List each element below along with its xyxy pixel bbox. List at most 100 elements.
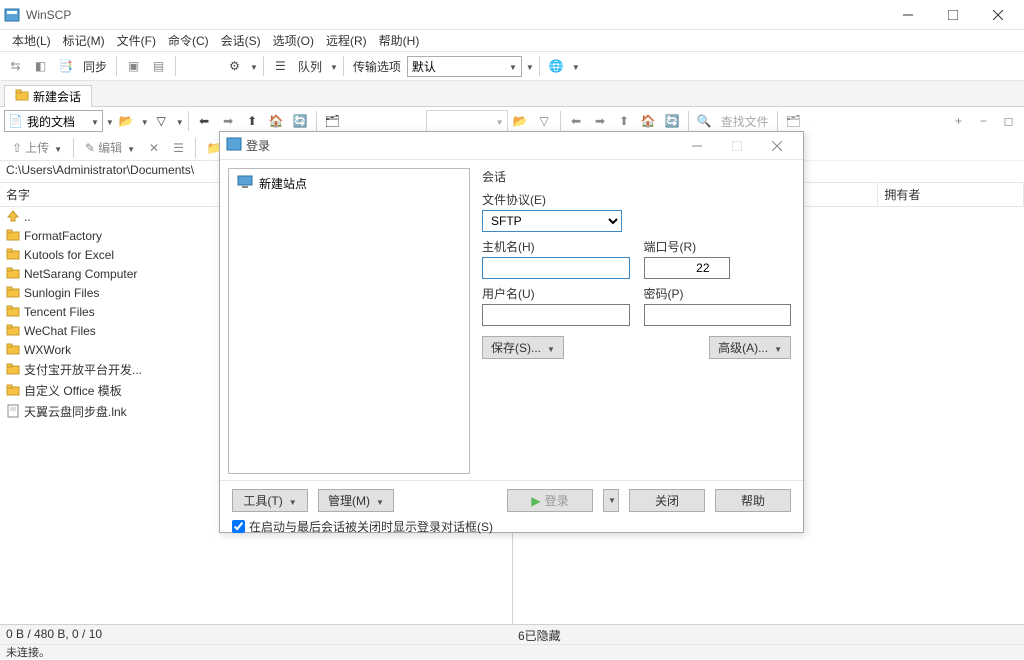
toolbar-icon[interactable]: ▣	[122, 55, 145, 78]
dialog-close-button[interactable]	[757, 134, 797, 158]
open-folder-icon[interactable]: 📂	[115, 110, 138, 133]
username-input[interactable]	[482, 304, 630, 326]
menu-mark[interactable]: 标记(M)	[57, 30, 111, 51]
site-tree[interactable]: 新建站点	[228, 168, 470, 474]
login-split-chevron[interactable]	[603, 489, 619, 512]
password-input[interactable]	[644, 304, 792, 326]
dialog-titlebar[interactable]: 登录	[220, 132, 803, 160]
advanced-button[interactable]: 高级(A)...	[709, 336, 791, 359]
tab-label: 新建会话	[33, 88, 81, 105]
folder-icon	[6, 323, 20, 337]
chevron-down-icon	[545, 341, 555, 355]
transfer-preset-dropdown[interactable]: 默认	[407, 56, 522, 77]
folder-icon	[6, 342, 20, 356]
forward-icon[interactable]: ➡	[217, 110, 240, 133]
manage-button[interactable]: 管理(M)	[318, 489, 394, 512]
dialog-minimize-button[interactable]	[677, 134, 717, 158]
transfer-opts-label: 传输选项	[349, 58, 405, 75]
chevron[interactable]	[139, 114, 149, 128]
delete-icon: ✕	[143, 138, 165, 158]
app-icon	[4, 7, 20, 23]
minimize-button[interactable]	[885, 1, 930, 29]
pass-label: 密码(P)	[644, 285, 792, 302]
status-right: 6已隐藏	[512, 625, 1024, 644]
menu-local[interactable]: 本地(L)	[6, 30, 57, 51]
settings-icon[interactable]: ⚙	[223, 55, 246, 78]
computer-icon	[237, 175, 253, 192]
local-drive-label: 我的文档	[27, 113, 85, 130]
compare-icon[interactable]: ◧	[29, 55, 52, 78]
dialog-bottom: 工具(T) 管理(M) ▶登录 关闭 帮助 在启动与最后会话被关闭时显示登录对话…	[220, 480, 803, 532]
remote-drive-dropdown	[426, 110, 508, 132]
chevron-down-icon	[772, 341, 782, 355]
globe-chevron[interactable]	[570, 59, 580, 73]
close-button[interactable]	[975, 1, 1020, 29]
chevron-down-icon	[507, 59, 517, 73]
menu-options[interactable]: 选项(O)	[267, 30, 320, 51]
drive-history-chevron[interactable]	[104, 114, 114, 128]
folder-icon	[6, 247, 20, 261]
transfer-chevron[interactable]	[524, 59, 534, 73]
dialog-title: 登录	[246, 137, 677, 154]
queue-chevron[interactable]	[328, 59, 338, 73]
transfer-preset-value: 默认	[412, 58, 436, 75]
host-input[interactable]	[482, 257, 630, 279]
status-left: 0 B / 480 B, 0 / 10	[0, 625, 512, 644]
queue-icon[interactable]: ☰	[269, 55, 292, 78]
col-owner[interactable]: 拥有者	[878, 183, 1024, 207]
help-button[interactable]: 帮助	[715, 489, 791, 512]
folder-icon	[6, 304, 20, 318]
new-session-tab[interactable]: 新建会话	[4, 85, 92, 107]
main-toolbar: ⇆ ◧ 📑 同步 ▣ ▤ ⚙ ☰ 队列 传输选项 默认 🌐	[0, 52, 1024, 81]
login-button[interactable]: ▶登录	[507, 489, 593, 512]
new-site-item[interactable]: 新建站点	[233, 173, 465, 194]
upload-button: ⇧上传	[6, 138, 68, 158]
props-icon: ☰	[167, 138, 190, 158]
sync-button[interactable]: 📑	[54, 55, 77, 78]
menu-command[interactable]: 命令(C)	[162, 30, 215, 51]
sync-browse-icon[interactable]: ⇆	[4, 55, 27, 78]
login-icon: ▶	[531, 494, 540, 508]
show-on-start-input[interactable]	[232, 520, 245, 533]
menubar: 本地(L) 标记(M) 文件(F) 命令(C) 会话(S) 选项(O) 远程(R…	[0, 30, 1024, 52]
menu-session[interactable]: 会话(S)	[215, 30, 267, 51]
show-on-start-checkbox[interactable]: 在启动与最后会话被关闭时显示登录对话框(S)	[232, 518, 791, 535]
folder-icon	[6, 362, 20, 376]
separator	[116, 56, 117, 76]
toolbar-icon[interactable]: ▤	[147, 55, 170, 78]
globe-icon[interactable]: 🌐	[545, 55, 568, 78]
filter-icon[interactable]: ▽	[150, 110, 173, 133]
chevron-down-icon	[89, 114, 99, 128]
login-dialog: 登录 新建站点 会话 文件协议(E) SFTP 主机名(H) 端口	[219, 131, 804, 533]
menu-remote[interactable]: 远程(R)	[320, 30, 373, 51]
save-button[interactable]: 保存(S)...	[482, 336, 564, 359]
statusbar-connection: 未连接。	[0, 644, 1024, 659]
maximize-button[interactable]	[930, 1, 975, 29]
session-panel: 会话 文件协议(E) SFTP 主机名(H) 端口号(R) 用户名(U)	[476, 160, 803, 480]
port-input[interactable]	[644, 257, 730, 279]
local-drive-dropdown[interactable]: 📄 我的文档	[4, 110, 103, 132]
back-icon[interactable]: ⬅	[193, 110, 216, 133]
folder-icon	[6, 228, 20, 242]
refresh-icon: 🔄	[661, 110, 684, 133]
chevron[interactable]	[174, 114, 184, 128]
file-icon	[6, 404, 20, 418]
protocol-label: 文件协议(E)	[482, 191, 791, 208]
edit-button: ✎编辑	[79, 138, 141, 158]
menu-help[interactable]: 帮助(H)	[373, 30, 426, 51]
tools-button[interactable]: 工具(T)	[232, 489, 308, 512]
up-icon[interactable]: ⬆	[241, 110, 264, 133]
queue-label[interactable]: 队列	[294, 58, 326, 75]
sync-label[interactable]: 同步	[79, 58, 111, 75]
protocol-select[interactable]: SFTP	[482, 210, 622, 232]
menu-file[interactable]: 文件(F)	[111, 30, 162, 51]
settings-chevron[interactable]	[248, 59, 258, 73]
separator	[539, 56, 540, 76]
refresh-icon[interactable]: 🔄	[289, 110, 312, 133]
plus-icon: +	[947, 110, 970, 133]
dialog-icon	[226, 136, 242, 155]
home-icon[interactable]: 🏠	[265, 110, 288, 133]
open-folder-icon: 📂	[509, 110, 532, 133]
tree-icon[interactable]: 🗂	[321, 110, 344, 133]
close-dialog-button[interactable]: 关闭	[629, 489, 705, 512]
